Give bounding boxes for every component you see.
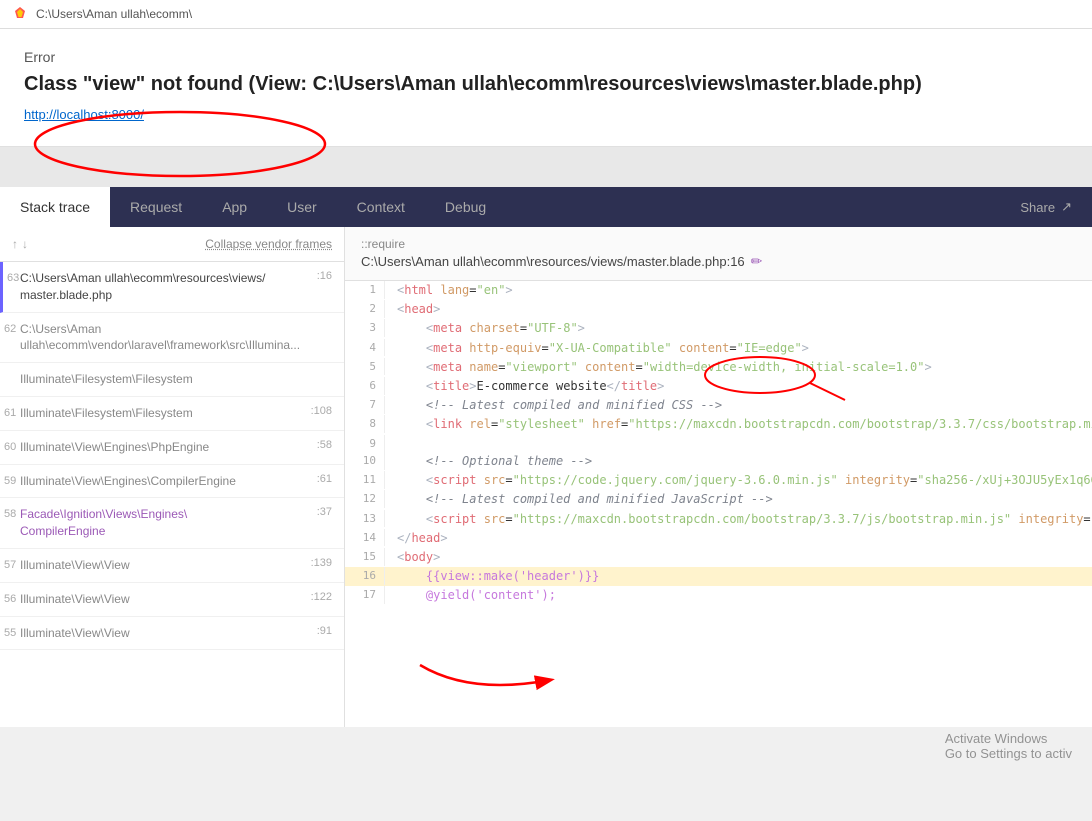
tab-bar: Stack trace Request App User Context Deb…	[0, 187, 1092, 227]
stack-frame-60[interactable]: 60 :58 Illuminate\View\Engines\PhpEngine	[0, 431, 344, 465]
stack-frame-illuminate-fs-1[interactable]: Illuminate\Filesystem\Filesystem	[0, 363, 344, 397]
code-line-10: 10 <!-- Optional theme -->	[345, 452, 1092, 471]
stack-panel: ↑ ↓ Collapse vendor frames 63 :16 C:\Use…	[0, 227, 345, 727]
error-message: Class "view" not found (View: C:\Users\A…	[24, 71, 1068, 97]
stack-frame-61[interactable]: 61 :108 Illuminate\Filesystem\Filesystem	[0, 397, 344, 431]
error-url[interactable]: http://localhost:8000/	[24, 107, 144, 122]
stack-frame-58[interactable]: 58 :37 Facade\Ignition\Views\Engines\Com…	[0, 498, 344, 549]
tab-request[interactable]: Request	[110, 187, 202, 227]
up-arrow-icon[interactable]: ↑	[12, 237, 18, 251]
code-line-3: 3 <meta charset="UTF-8">	[345, 319, 1092, 338]
tab-app[interactable]: App	[202, 187, 267, 227]
stack-frame-62[interactable]: 62 C:\Users\Amanullah\ecomm\vendor\larav…	[0, 313, 344, 364]
code-line-12: 12 <!-- Latest compiled and minified Jav…	[345, 490, 1092, 509]
code-line-2: 2 <head>	[345, 300, 1092, 319]
code-view: 1 <html lang="en"> 2 <head> 3 <meta char…	[345, 281, 1092, 606]
tab-user[interactable]: User	[267, 187, 337, 227]
code-line-8: 8 <link rel="stylesheet" href="https://m…	[345, 415, 1092, 434]
code-line-1: 1 <html lang="en">	[345, 281, 1092, 300]
code-header: ::require C:\Users\Aman ullah\ecomm\reso…	[345, 227, 1092, 281]
code-line-14: 14 </head>	[345, 529, 1092, 548]
laravel-icon	[12, 6, 28, 22]
main-content: ↑ ↓ Collapse vendor frames 63 :16 C:\Use…	[0, 227, 1092, 727]
collapse-vendor-button[interactable]: Collapse vendor frames	[205, 237, 332, 251]
annotation-arrow-1	[700, 355, 820, 405]
sort-arrows[interactable]: ↑ ↓	[12, 237, 28, 251]
stack-frame-63[interactable]: 63 :16 C:\Users\Aman ullah\ecomm\resourc…	[0, 262, 344, 313]
error-label: Error	[24, 49, 1068, 65]
code-line-11: 11 <script src="https://code.jquery.com/…	[345, 471, 1092, 490]
stack-frame-55[interactable]: 55 :91 Illuminate\View\View	[0, 617, 344, 651]
tab-stack-trace[interactable]: Stack trace	[0, 187, 110, 227]
code-line-17: 17 @yield('content');	[345, 586, 1092, 605]
tab-share[interactable]: Share ↗	[1000, 187, 1092, 227]
code-require-label: ::require	[361, 237, 762, 251]
down-arrow-icon[interactable]: ↓	[22, 237, 28, 251]
code-line-16: 16 {{view::make('header')}}	[345, 567, 1092, 586]
stack-frame-56[interactable]: 56 :122 Illuminate\View\View	[0, 583, 344, 617]
stack-frame-57[interactable]: 57 :139 Illuminate\View\View	[0, 549, 344, 583]
code-panel: ::require C:\Users\Aman ullah\ecomm\reso…	[345, 227, 1092, 727]
share-icon: ↗	[1061, 199, 1072, 215]
tab-debug[interactable]: Debug	[425, 187, 506, 227]
code-line-9: 9	[345, 435, 1092, 453]
stack-header: ↑ ↓ Collapse vendor frames	[0, 227, 344, 262]
activate-windows-text: Activate Windows Go to Settings to activ	[945, 731, 1072, 761]
code-filepath: C:\Users\Aman ullah\ecomm\resources/view…	[361, 253, 762, 270]
code-line-13: 13 <script src="https://maxcdn.bootstrap…	[345, 510, 1092, 529]
top-bar: C:\Users\Aman ullah\ecomm\	[0, 0, 1092, 29]
gray-divider	[0, 147, 1092, 187]
code-line-15: 15 <body>	[345, 548, 1092, 567]
tab-context[interactable]: Context	[337, 187, 425, 227]
stack-frame-59[interactable]: 59 :61 Illuminate\View\Engines\CompilerE…	[0, 465, 344, 499]
top-bar-path: C:\Users\Aman ullah\ecomm\	[36, 7, 192, 21]
error-header: Error Class "view" not found (View: C:\U…	[0, 29, 1092, 147]
edit-icon[interactable]: ✏	[751, 253, 763, 270]
